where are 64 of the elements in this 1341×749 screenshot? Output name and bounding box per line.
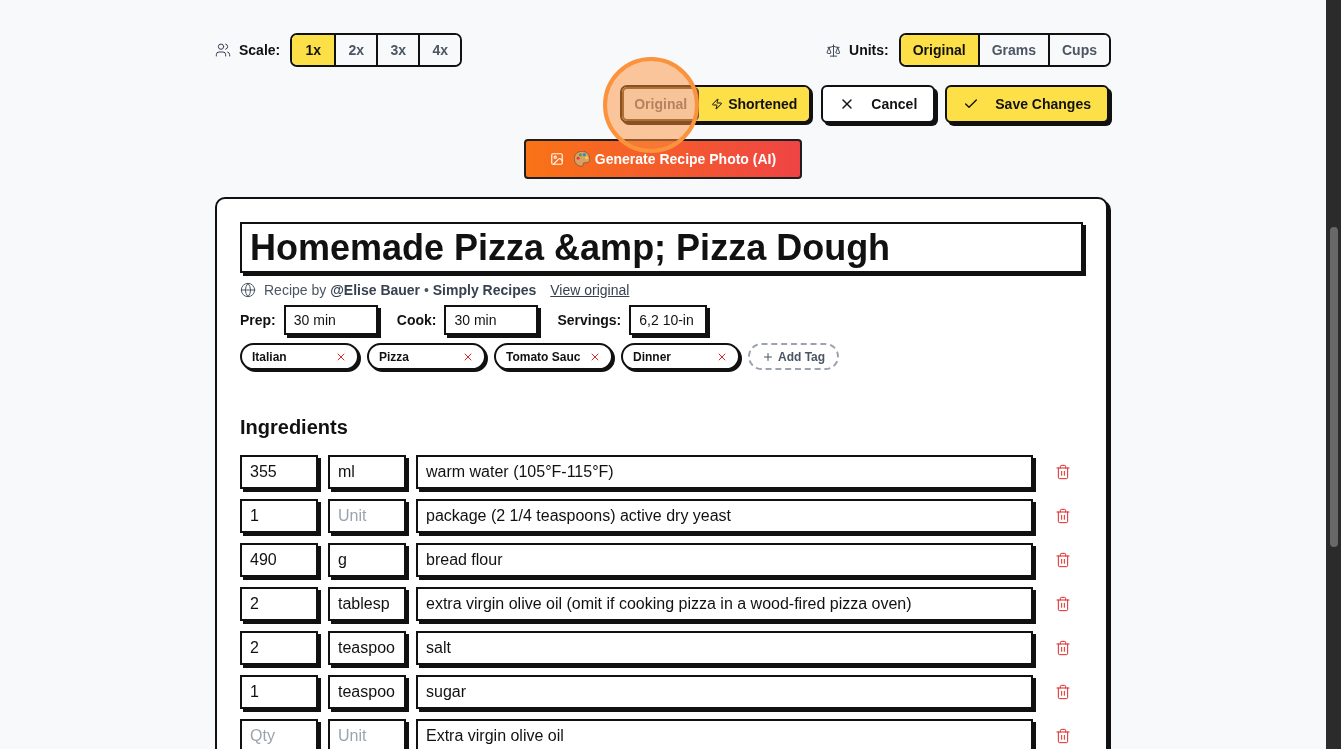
scale-option[interactable]: 1x [292, 35, 335, 65]
cancel-button[interactable]: Cancel [821, 85, 936, 123]
title-input[interactable]: Homemade Pizza &amp; Pizza Dough [240, 222, 1083, 273]
unit-input[interactable]: ml [328, 455, 406, 489]
scale-option[interactable]: 4x [418, 35, 461, 65]
tag-label: Tomato Sauc [506, 349, 581, 364]
trash-icon[interactable] [1055, 640, 1071, 656]
time-label: Prep: [240, 312, 276, 328]
lightning-icon [711, 98, 724, 110]
unit-input[interactable]: Unit [328, 719, 406, 749]
unit-input[interactable]: Unit [328, 499, 406, 533]
generate-photo-button[interactable]: Generate Recipe Photo (AI) [523, 139, 803, 179]
unit-input[interactable]: tablesp [328, 587, 406, 621]
quantity-input[interactable]: 1 [240, 675, 318, 709]
unit-input[interactable]: g [328, 543, 406, 577]
quantity-input[interactable]: 2 [240, 631, 318, 665]
tag-label: Pizza [379, 349, 409, 364]
time-label: Servings: [557, 312, 622, 328]
trash-icon[interactable] [1055, 464, 1071, 480]
ingredient-input[interactable]: extra virgin olive oil (omit if cooking pizza in a wood-fired pizza oven) [416, 587, 1033, 621]
quantity-input[interactable]: 1 [240, 499, 318, 533]
scale-label: Scale: [239, 42, 281, 58]
unit-input[interactable]: teaspoo [328, 675, 406, 709]
time-input[interactable]: 6,2 10-in [629, 305, 708, 335]
unit-option[interactable]: Cups [1048, 35, 1109, 65]
ingredient-input[interactable]: sugar [416, 675, 1033, 709]
scale-option[interactable]: 2x [334, 35, 377, 65]
scale-option[interactable]: 3x [376, 35, 419, 65]
tag-label: Dinner [633, 349, 671, 364]
trash-icon[interactable] [1055, 596, 1071, 612]
balance-icon [826, 42, 842, 58]
ingredient-input[interactable]: Extra virgin olive oil [416, 719, 1033, 749]
quantity-input[interactable]: 355 [240, 455, 318, 489]
quantity-input[interactable]: 490 [240, 543, 318, 577]
unit-option[interactable]: Original [900, 35, 978, 65]
tag-label: Italian [252, 349, 287, 364]
view-original-link[interactable]: View original [550, 282, 630, 298]
units-label: Units: [849, 42, 889, 58]
ingredient-input[interactable]: salt [416, 631, 1033, 665]
trash-icon[interactable] [1055, 684, 1071, 700]
plus-icon [762, 350, 774, 363]
quantity-input[interactable]: Qty [240, 719, 318, 749]
add-tag-button[interactable]: Add Tag [748, 343, 840, 370]
time-label: Cook: [396, 312, 437, 328]
image-icon [549, 152, 564, 166]
quantity-input[interactable]: 2 [240, 587, 318, 621]
palette-icon [573, 151, 590, 167]
ingredient-input[interactable]: bread flour [416, 543, 1033, 577]
trash-icon[interactable] [1055, 508, 1071, 524]
unit-input[interactable]: teaspoo [328, 631, 406, 665]
save-button[interactable]: Save Changes [945, 85, 1109, 123]
scrollbar-thumb[interactable] [1329, 227, 1338, 547]
unit-option[interactable]: Grams [977, 35, 1048, 65]
globe-icon [240, 282, 256, 298]
section-heading: Ingredients [240, 415, 349, 439]
ingredient-input[interactable]: package (2 1/4 teaspoons) active dry yeast [416, 499, 1033, 533]
trash-icon[interactable] [1055, 552, 1071, 568]
ingredient-input[interactable]: warm water (105°F-115°F) [416, 455, 1033, 489]
time-input[interactable]: 30 min [444, 305, 539, 335]
time-input[interactable]: 30 min [283, 305, 378, 335]
trash-icon[interactable] [1055, 728, 1071, 744]
users-icon [215, 42, 231, 58]
attribution-text: Recipe by @Elise Bauer • Simply Recipes [264, 282, 537, 298]
scrollbar[interactable] [1326, 0, 1341, 749]
